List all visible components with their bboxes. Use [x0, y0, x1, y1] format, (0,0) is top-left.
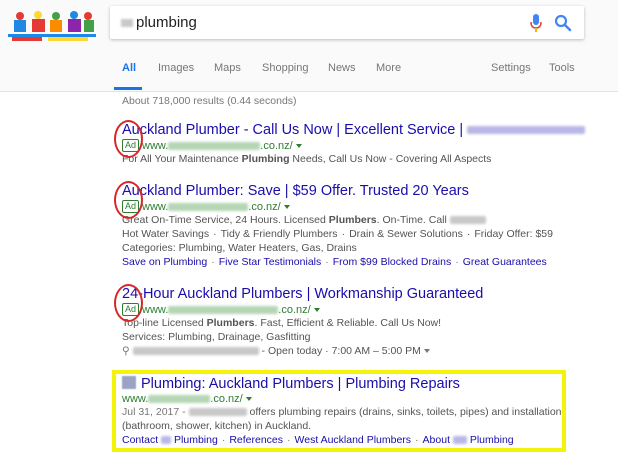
search-box[interactable]: plumbing: [110, 6, 584, 39]
result-url: Ad www. .co.nz/: [122, 303, 483, 316]
search-tabs: All Images Maps Shopping News More Setti…: [0, 58, 618, 91]
annotation-circle: [114, 120, 143, 158]
chevron-down-icon[interactable]: [295, 144, 302, 148]
sitelink[interactable]: From $99 Blocked Drains: [333, 256, 451, 268]
tab-shopping[interactable]: Shopping: [262, 62, 309, 74]
annotation-circle: [114, 181, 143, 219]
location-pin-icon: ⚲: [122, 345, 130, 357]
result-categories: Categories: Plumbing, Water Heaters, Gas…: [122, 242, 357, 254]
tab-maps[interactable]: Maps: [214, 62, 241, 74]
active-tab-indicator: [114, 87, 142, 90]
ad-result-3: 24-Hour Auckland Plumbers | Workmanship …: [122, 286, 483, 358]
result-snippet: For All Your Maintenance Plumbing Needs,…: [122, 153, 492, 165]
chevron-down-icon[interactable]: [423, 349, 430, 353]
result-url: Ad www. .co.nz/: [122, 139, 585, 152]
result-snippet: Top-line Licensed Plumbers. Fast, Effici…: [122, 317, 442, 329]
result-snippet: Great On-Time Service, 24 Hours. License…: [122, 213, 553, 227]
tab-news[interactable]: News: [328, 62, 356, 74]
chevron-down-icon[interactable]: [283, 205, 290, 209]
tab-more[interactable]: More: [376, 62, 401, 74]
blurred-query-prefix: [121, 19, 133, 27]
annotation-circle: [114, 284, 143, 322]
tab-images[interactable]: Images: [158, 62, 194, 74]
tab-all[interactable]: All: [122, 62, 136, 74]
sitelink[interactable]: Great Guarantees: [463, 256, 547, 268]
result-stats: About 718,000 results (0.44 seconds): [122, 95, 297, 107]
result-title-link[interactable]: Auckland Plumber: Save | $59 Offer. Trus…: [122, 183, 553, 199]
result-title-link[interactable]: 24-Hour Auckland Plumbers | Workmanship …: [122, 286, 483, 302]
ad-result-2: Auckland Plumber: Save | $59 Offer. Trus…: [122, 183, 553, 269]
search-icon[interactable]: [554, 14, 572, 32]
microphone-icon[interactable]: [530, 14, 542, 32]
tab-settings[interactable]: Settings: [491, 62, 531, 74]
search-header: plumbing All Images Maps Shopping News M…: [0, 0, 618, 92]
result-callouts: Hot Water Savings · Tidy & Friendly Plumbe…: [122, 228, 553, 240]
result-services: Services: Plumbing, Drainage, Gasfitting: [122, 331, 311, 343]
result-sitelinks: Save on Plumbing · Five Star Testimonials ·…: [122, 256, 547, 268]
annotation-highlight-box: [112, 370, 566, 452]
ad-result-1: Auckland Plumber - Call Us Now | Excelle…: [122, 122, 586, 166]
site-logo[interactable]: [8, 6, 96, 44]
sitelink[interactable]: Five Star Testimonials: [219, 256, 322, 268]
chevron-down-icon[interactable]: [313, 308, 320, 312]
result-title-link[interactable]: Auckland Plumber - Call Us Now | Excelle…: [122, 122, 586, 138]
sitelink[interactable]: Save on Plumbing: [122, 256, 207, 268]
search-input[interactable]: plumbing: [136, 14, 197, 31]
result-url: Ad www. .co.nz/: [122, 200, 553, 213]
result-location: ⚲ - Open today · 7:00 AM – 5:00 PM: [122, 344, 483, 358]
tab-tools[interactable]: Tools: [549, 62, 575, 74]
